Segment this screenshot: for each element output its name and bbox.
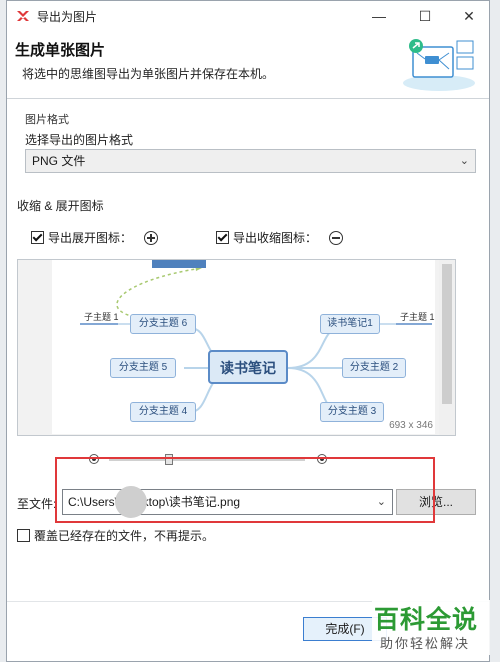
plus-circle-icon — [144, 231, 159, 245]
export-expand-icon-option[interactable]: 导出展开图标： — [31, 229, 159, 245]
topic-right-2: 分支主题 2 — [342, 358, 406, 378]
topic-left-1: 分支主题 6 — [130, 314, 196, 334]
overwrite-option[interactable]: 覆盖已经存在的文件，不再提示。 — [17, 527, 214, 544]
watermark: 百科全说 助你轻松解决 — [372, 600, 490, 655]
collapse-section-label: 收缩 & 展开图标 — [17, 199, 104, 213]
format-group-label: 图片格式 — [25, 114, 69, 126]
watermark-main-text: 百科全说 — [374, 606, 479, 634]
page-subtitle: 将选中的思维图导出为单张图片并保存在本机。 — [22, 67, 275, 81]
overwrite-checkbox[interactable] — [17, 529, 30, 542]
xmind-logo-icon — [17, 11, 29, 21]
output-file-label: 至文件: — [17, 497, 57, 511]
topic-right-3: 分支主题 3 — [320, 402, 384, 422]
export-illustration-icon — [403, 39, 475, 91]
topic-left-3: 分支主题 4 — [130, 402, 196, 422]
collapse-icon-label: 导出收缩图标： — [233, 231, 318, 245]
format-selected-value: PNG 文件 — [32, 154, 86, 168]
topic-left-2: 分支主题 5 — [110, 358, 176, 378]
preview-size-label: 693 x 346 — [389, 420, 433, 431]
subtopic-left: 子主题 1 — [84, 312, 119, 322]
minimize-button[interactable]: — — [357, 1, 401, 31]
image-preview[interactable]: 读书笔记 分支主题 6 分支主题 5 分支主题 4 读书笔记1 分支主题 2 分… — [17, 259, 456, 436]
page-title: 生成单张图片 — [15, 42, 106, 59]
collapse-icon-checkbox[interactable] — [216, 231, 229, 244]
maximize-button[interactable]: ☐ — [403, 1, 447, 31]
preview-scrollbar-thumb[interactable] — [442, 264, 452, 404]
export-image-dialog: 导出为图片 — ☐ ✕ 生成单张图片 将选中的思维图导出为单张图片并保存在本机。… — [6, 0, 490, 662]
format-select-label: 选择导出的图片格式 — [25, 133, 134, 147]
mindmap-preview: 读书笔记 分支主题 6 分支主题 5 分支主题 4 读书笔记1 分支主题 2 分… — [52, 260, 435, 434]
close-button[interactable]: ✕ — [447, 1, 491, 31]
header-separator — [7, 98, 489, 99]
overwrite-label: 覆盖已经存在的文件，不再提示。 — [34, 529, 215, 543]
format-dropdown[interactable]: PNG 文件 ⌄ — [25, 149, 476, 173]
background-app-right — [490, 0, 500, 662]
topic-right-1: 读书笔记1 — [320, 314, 380, 334]
watermark-sub-text: 助你轻松解决 — [380, 636, 471, 651]
window-title: 导出为图片 — [37, 10, 98, 24]
expand-icon-label: 导出展开图标： — [48, 231, 133, 245]
expand-icon-checkbox[interactable] — [31, 231, 44, 244]
minus-circle-icon — [329, 231, 344, 245]
chevron-down-icon: ⌄ — [459, 155, 469, 167]
export-collapse-icon-option[interactable]: 导出收缩图标： — [216, 229, 344, 245]
annotation-highlight-box — [55, 457, 435, 523]
title-bar[interactable]: 导出为图片 — ☐ ✕ — [7, 1, 489, 31]
preview-scrollbar[interactable] — [439, 260, 455, 435]
subtopic-right: 子主题 1 — [400, 312, 435, 322]
topic-center: 读书笔记 — [208, 350, 288, 384]
